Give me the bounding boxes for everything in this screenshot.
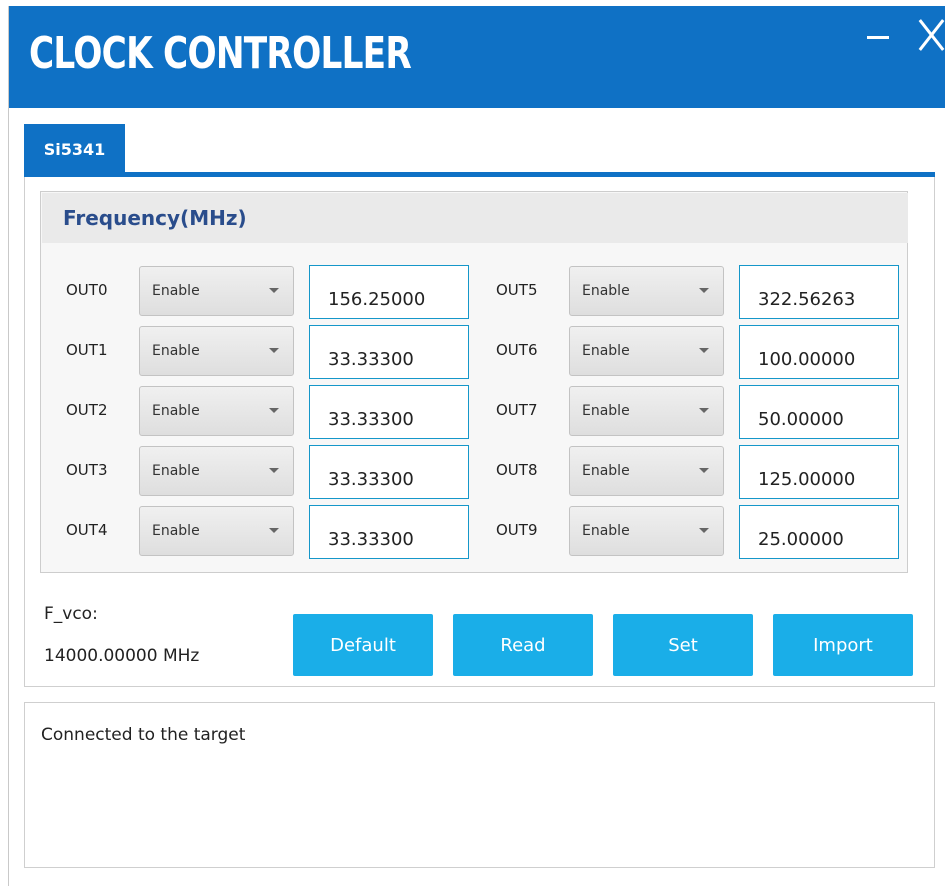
out2-label: OUT2 <box>66 401 108 419</box>
out9-frequency-input[interactable]: 25.00000 <box>739 505 899 559</box>
out6-mode-select[interactable]: Enable <box>569 326 724 376</box>
title-bar: CLOCK CONTROLLER <box>9 6 945 108</box>
out7-mode-value: Enable <box>582 403 630 419</box>
out2-mode-value: Enable <box>152 403 200 419</box>
out6-label: OUT6 <box>496 341 538 359</box>
out1-mode-value: Enable <box>152 343 200 359</box>
close-icon[interactable] <box>915 16 945 52</box>
out0-label: OUT0 <box>66 281 108 299</box>
set-button[interactable]: Set <box>613 614 753 676</box>
import-button[interactable]: Import <box>773 614 913 676</box>
read-button[interactable]: Read <box>453 614 593 676</box>
status-message: Connected to the target <box>41 725 246 745</box>
minimize-icon[interactable] <box>867 36 889 39</box>
chevron-down-icon <box>699 288 709 293</box>
out6-frequency-input[interactable]: 100.00000 <box>739 325 899 379</box>
out8-frequency-input[interactable]: 125.00000 <box>739 445 899 499</box>
chevron-down-icon <box>269 468 279 473</box>
out4-mode-select[interactable]: Enable <box>139 506 294 556</box>
out4-label: OUT4 <box>66 521 108 539</box>
frequency-group-title: Frequency(MHz) <box>42 193 908 243</box>
out1-frequency-input[interactable]: 33.33300 <box>309 325 469 379</box>
out4-mode-value: Enable <box>152 523 200 539</box>
out0-mode-value: Enable <box>152 283 200 299</box>
out1-mode-select[interactable]: Enable <box>139 326 294 376</box>
out1-label: OUT1 <box>66 341 108 359</box>
out4-frequency-input[interactable]: 33.33300 <box>309 505 469 559</box>
out7-mode-select[interactable]: Enable <box>569 386 724 436</box>
out9-label: OUT9 <box>496 521 538 539</box>
chevron-down-icon <box>699 528 709 533</box>
chevron-down-icon <box>269 528 279 533</box>
out5-label: OUT5 <box>496 281 538 299</box>
out7-label: OUT7 <box>496 401 538 419</box>
window-title: CLOCK CONTROLLER <box>29 28 412 79</box>
out8-label: OUT8 <box>496 461 538 479</box>
default-button[interactable]: Default <box>293 614 433 676</box>
status-console: Connected to the target <box>24 702 935 868</box>
out5-frequency-input[interactable]: 322.56263 <box>739 265 899 319</box>
chevron-down-icon <box>269 288 279 293</box>
out8-mode-select[interactable]: Enable <box>569 446 724 496</box>
chevron-down-icon <box>699 348 709 353</box>
out6-mode-value: Enable <box>582 343 630 359</box>
out2-frequency-input[interactable]: 33.33300 <box>309 385 469 439</box>
out0-mode-select[interactable]: Enable <box>139 266 294 316</box>
out3-mode-select[interactable]: Enable <box>139 446 294 496</box>
out9-mode-value: Enable <box>582 523 630 539</box>
out5-mode-select[interactable]: Enable <box>569 266 724 316</box>
out2-mode-select[interactable]: Enable <box>139 386 294 436</box>
out8-mode-value: Enable <box>582 463 630 479</box>
out3-label: OUT3 <box>66 461 108 479</box>
out5-mode-value: Enable <box>582 283 630 299</box>
out3-frequency-input[interactable]: 33.33300 <box>309 445 469 499</box>
chevron-down-icon <box>269 408 279 413</box>
chevron-down-icon <box>699 468 709 473</box>
tab-si5341[interactable]: Si5341 <box>24 124 125 174</box>
out7-frequency-input[interactable]: 50.00000 <box>739 385 899 439</box>
fvco-value: 14000.00000 MHz <box>44 646 200 666</box>
out3-mode-value: Enable <box>152 463 200 479</box>
chevron-down-icon <box>269 348 279 353</box>
fvco-label: F_vco: <box>44 604 98 624</box>
chevron-down-icon <box>699 408 709 413</box>
out0-frequency-input[interactable]: 156.25000 <box>309 265 469 319</box>
out9-mode-select[interactable]: Enable <box>569 506 724 556</box>
